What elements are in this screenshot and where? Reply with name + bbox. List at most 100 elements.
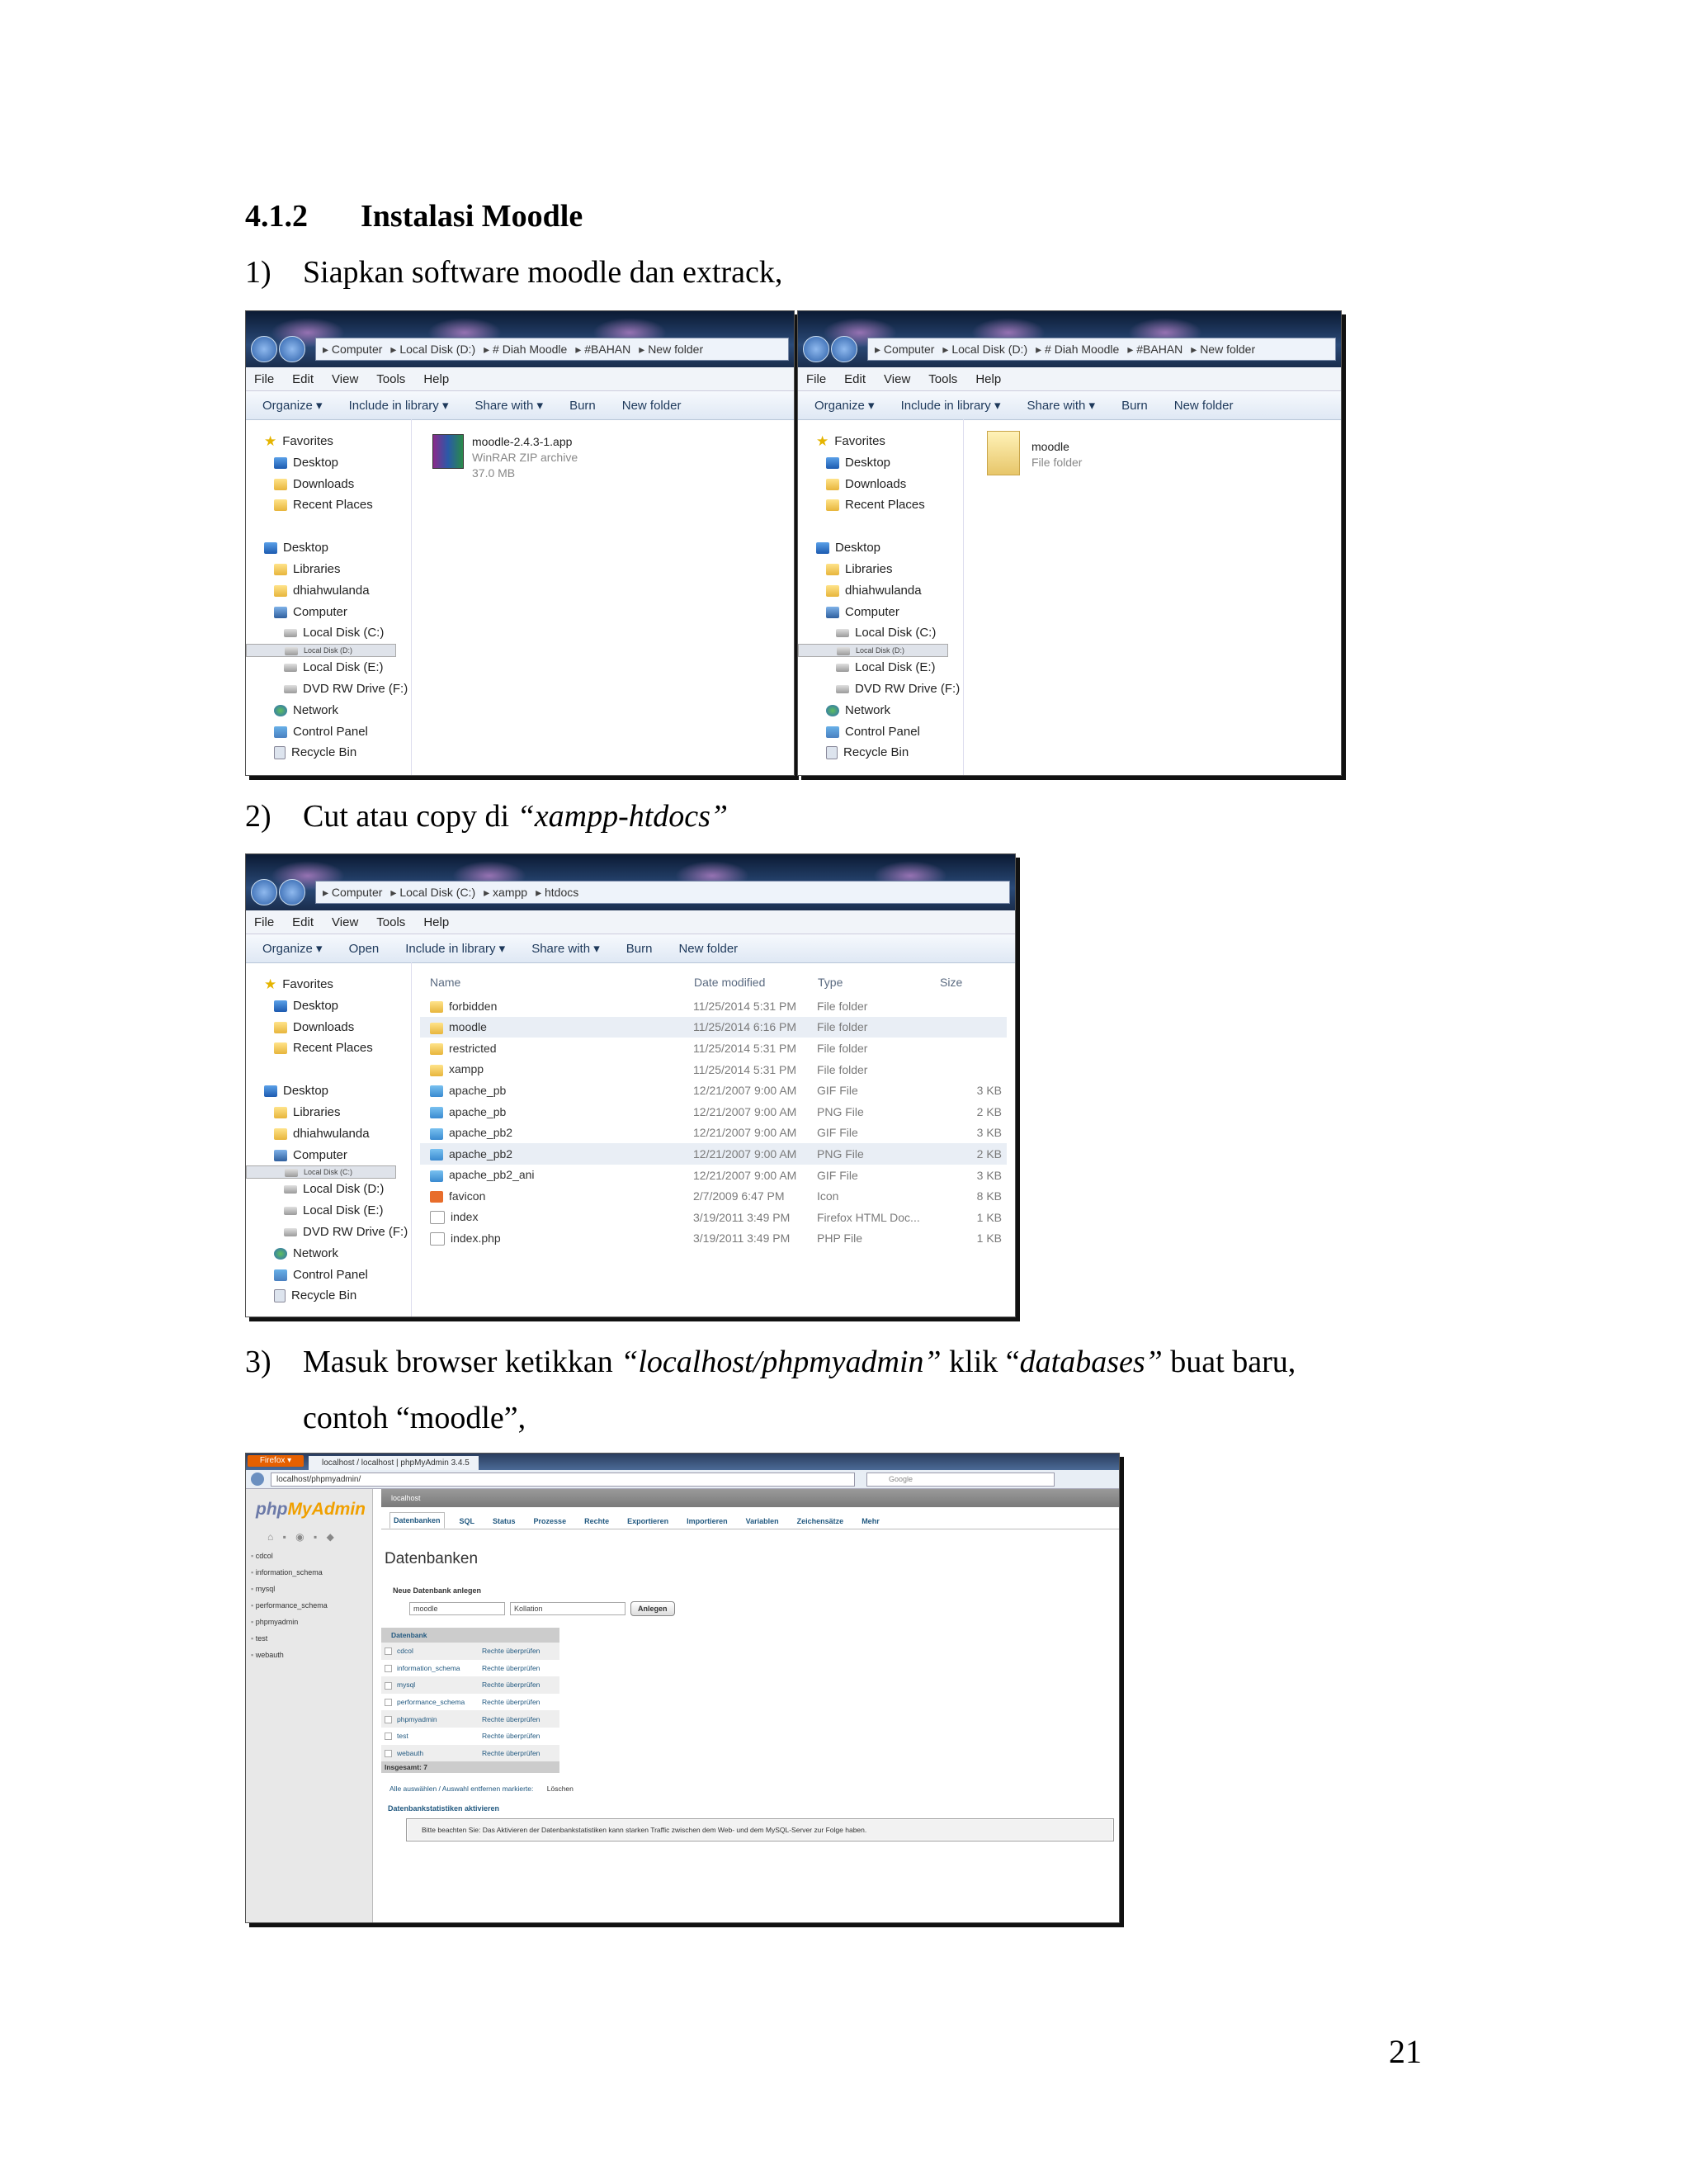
tree-item-downloads[interactable]: Downloads [246, 1017, 411, 1038]
menu-item[interactable]: Edit [844, 372, 866, 386]
breadcrumb-item[interactable]: Computer [875, 343, 934, 357]
tree-item-computer[interactable]: Computer [246, 602, 411, 623]
pma-tab[interactable]: Datenbanken [389, 1512, 445, 1529]
collation-select[interactable]: Kollation [510, 1602, 625, 1615]
toolbar-button[interactable]: New folder [678, 942, 738, 956]
breadcrumb-item[interactable]: # Diah Moodle [484, 343, 567, 357]
db-name-cell[interactable]: performance_schema [381, 1694, 479, 1711]
check-privileges-link[interactable]: Rechte überprüfen [479, 1694, 559, 1711]
tree-item-libraries[interactable]: Libraries [246, 559, 411, 580]
url-input[interactable]: localhost/phpmyadmin/ [271, 1473, 855, 1487]
table-row[interactable]: forbidden 11/25/2014 5:31 PM File folder [420, 995, 1007, 1017]
create-button[interactable]: Anlegen [630, 1601, 675, 1616]
back-icon[interactable] [251, 879, 277, 905]
menu-item[interactable]: View [884, 372, 910, 386]
pma-tab[interactable]: Prozesse [531, 1514, 570, 1529]
sidebar-db-link[interactable]: webauth [246, 1647, 372, 1663]
col-name[interactable]: Name [420, 969, 693, 995]
table-row[interactable]: xampp 11/25/2014 5:31 PM File folder [420, 1059, 1007, 1080]
menu-item[interactable]: File [806, 372, 826, 386]
tree-item-favorites[interactable]: ★ Favorites [798, 431, 963, 452]
tree-item-desktop2[interactable]: Desktop [246, 537, 411, 559]
check-privileges-link[interactable]: Rechte überprüfen [479, 1660, 559, 1677]
table-row[interactable]: favicon 2/7/2009 6:47 PM Icon 8 KB [420, 1185, 1007, 1207]
breadcrumb-item[interactable]: Computer [323, 886, 382, 900]
tree-item-c[interactable]: Local Disk (C:) [798, 622, 963, 644]
toolbar-button[interactable]: Share with ▾ [531, 941, 600, 956]
tree-item-f[interactable]: DVD RW Drive (F:) [246, 1222, 411, 1243]
pma-tab[interactable]: Importieren [683, 1514, 731, 1529]
tree-item-d[interactable]: Local Disk (D:) [246, 644, 396, 658]
menu-item[interactable]: Tools [928, 372, 957, 386]
pma-tab[interactable]: Rechte [581, 1514, 612, 1529]
tree-item-control[interactable]: Control Panel [798, 721, 963, 743]
toolbar-button[interactable]: Organize ▾ [814, 398, 875, 413]
address-bar[interactable]: Computer Local Disk (D:) # Diah Moodle #BAH… [315, 338, 789, 361]
tree-item-network[interactable]: Network [246, 700, 411, 721]
tree-item-libraries[interactable]: Libraries [246, 1102, 411, 1123]
table-row[interactable]: moodle 11/25/2014 6:16 PM File folder [420, 1016, 1007, 1038]
forward-icon[interactable] [279, 879, 305, 905]
address-bar[interactable]: Computer Local Disk (D:) # Diah Moodle #BAH… [867, 338, 1336, 361]
table-row[interactable]: apache_pb2 12/21/2007 9:00 AM GIF File 3 KB [420, 1123, 1007, 1144]
tree-item-d[interactable]: Local Disk (D:) [246, 1179, 411, 1200]
forward-icon[interactable] [831, 336, 857, 362]
tree-item-recycle[interactable]: Recycle Bin [246, 742, 411, 763]
tree-item-recycle[interactable]: Recycle Bin [246, 1285, 411, 1307]
sidebar-db-link[interactable]: cdcol [246, 1548, 372, 1564]
back-icon[interactable] [251, 336, 277, 362]
breadcrumb-item[interactable]: xampp [484, 886, 527, 900]
tree-item-user[interactable]: dhiahwulanda [798, 580, 963, 602]
sidebar-db-link[interactable]: mysql [246, 1581, 372, 1597]
toolbar-button[interactable]: Open [349, 942, 380, 956]
table-row[interactable]: index.php 3/19/2011 3:49 PM PHP File 1 KB [420, 1228, 1007, 1250]
menu-item[interactable]: Help [423, 372, 449, 386]
firefox-menu-button[interactable]: Firefox ▾ [248, 1455, 304, 1467]
tree-item-c[interactable]: Local Disk (C:) [246, 1165, 396, 1179]
breadcrumb-item[interactable]: #BAHAN [1127, 343, 1183, 357]
tree-item-computer[interactable]: Computer [798, 602, 963, 623]
tree-item-desktop[interactable]: Desktop [798, 452, 963, 474]
tree-item-downloads[interactable]: Downloads [798, 474, 963, 495]
db-name-cell[interactable]: webauth [381, 1745, 479, 1762]
tree-item-e[interactable]: Local Disk (E:) [246, 1200, 411, 1222]
tree-item-recycle[interactable]: Recycle Bin [798, 742, 963, 763]
tree-item-f[interactable]: DVD RW Drive (F:) [246, 678, 411, 700]
search-input[interactable]: Google [866, 1473, 1055, 1487]
row-checkbox[interactable] [385, 1647, 392, 1656]
tree-item-desktop2[interactable]: Desktop [246, 1080, 411, 1102]
check-privileges-link[interactable]: Rechte überprüfen [479, 1676, 559, 1694]
browser-tab[interactable]: localhost / localhost | phpMyAdmin 3.4.5 [309, 1456, 479, 1470]
row-checkbox[interactable] [385, 1715, 392, 1723]
tree-item-downloads[interactable]: Downloads [246, 474, 411, 495]
forward-icon[interactable] [279, 336, 305, 362]
menu-item[interactable]: Edit [292, 915, 314, 929]
folder-item[interactable]: moodle File folder [987, 431, 1082, 475]
sidebar-db-link[interactable]: phpmyadmin [246, 1614, 372, 1630]
menu-item[interactable]: File [254, 372, 274, 386]
menu-item[interactable]: Help [423, 915, 449, 929]
tree-item-f[interactable]: DVD RW Drive (F:) [798, 678, 963, 700]
pma-tab[interactable]: Mehr [858, 1514, 883, 1529]
breadcrumb-item[interactable]: Local Disk (D:) [942, 343, 1027, 357]
col-type[interactable]: Type [817, 969, 939, 995]
tree-item-network[interactable]: Network [798, 700, 963, 721]
toolbar-button[interactable]: New folder [1174, 399, 1234, 413]
breadcrumb-item[interactable]: Computer [323, 343, 382, 357]
row-checkbox[interactable] [385, 1733, 392, 1741]
server-breadcrumb[interactable]: localhost [381, 1489, 1119, 1507]
menu-item[interactable]: Tools [376, 372, 405, 386]
address-bar[interactable]: Computer Local Disk (C:) xampp htdocs [315, 881, 1010, 904]
breadcrumb-item[interactable]: New folder [639, 343, 703, 357]
tree-item-recent[interactable]: Recent Places [246, 494, 411, 516]
tree-item-libraries[interactable]: Libraries [798, 559, 963, 580]
breadcrumb-item[interactable]: New folder [1191, 343, 1255, 357]
tree-item-user[interactable]: dhiahwulanda [246, 580, 411, 602]
tree-item-control[interactable]: Control Panel [246, 1265, 411, 1286]
toolbar-button[interactable]: Organize ▾ [262, 941, 323, 956]
breadcrumb-item[interactable]: Local Disk (D:) [390, 343, 475, 357]
db-name-cell[interactable]: mysql [381, 1676, 479, 1694]
row-checkbox[interactable] [385, 1749, 392, 1757]
db-name-cell[interactable]: test [381, 1728, 479, 1745]
tree-item-desktop[interactable]: Desktop [246, 995, 411, 1017]
